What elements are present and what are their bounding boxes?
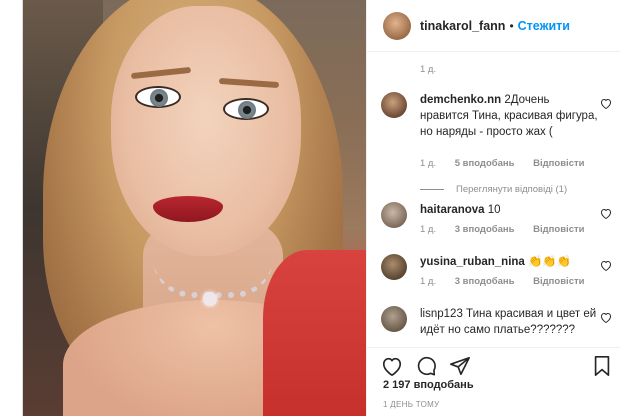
comment-username[interactable]: demchenko.nn	[420, 94, 501, 106]
comment-time: 1 д.	[420, 158, 437, 169]
comment-meta: 1 д. 3 вподобань Відповісти	[420, 276, 600, 287]
comment-username[interactable]: haitaranova	[420, 204, 485, 216]
comment-username[interactable]: yusina_ruban_nina	[420, 256, 525, 268]
avatar[interactable]	[381, 306, 407, 332]
avatar[interactable]	[383, 11, 411, 40]
photo-dress	[263, 250, 366, 416]
heart-icon[interactable]	[381, 355, 403, 377]
comments-list[interactable]: 1 д. demchenko.nn 2Дочень нравится Тина,…	[367, 52, 620, 347]
post-sidebar: tinakarol_fann • Стежити 1 д. demchenko.…	[366, 0, 620, 416]
comment-icon[interactable]	[415, 355, 437, 377]
comment-likes[interactable]: 3 вподобань	[455, 224, 515, 235]
heart-icon[interactable]	[600, 98, 612, 109]
post-container: tinakarol_fann • Стежити 1 д. demchenko.…	[22, 0, 620, 416]
comment-time: 1 д.	[420, 276, 437, 287]
post-photo[interactable]	[23, 0, 366, 416]
photo-eye-left	[135, 86, 181, 108]
comment-likes[interactable]: 3 вподобань	[455, 276, 515, 287]
heart-icon[interactable]	[600, 260, 612, 271]
reply-button[interactable]: Відповісти	[533, 158, 584, 169]
heart-icon[interactable]	[600, 208, 612, 219]
comment-meta: 1 д. 5 вподобань Відповісти	[420, 158, 600, 169]
comment-body: demchenko.nn 2Дочень нравится Тина, крас…	[420, 92, 600, 140]
photo-eye-right	[223, 98, 269, 120]
comment-meta: 1 д. 3 вподобань Відповісти	[420, 224, 600, 235]
bookmark-icon[interactable]	[591, 355, 613, 377]
avatar[interactable]	[381, 254, 407, 280]
header-separator: •	[509, 18, 514, 33]
comment-text: 👏👏👏	[528, 256, 571, 268]
post-header: tinakarol_fann • Стежити	[367, 0, 620, 52]
avatar[interactable]	[381, 92, 407, 118]
avatar[interactable]	[381, 202, 407, 228]
follow-button[interactable]: Стежити	[518, 19, 570, 33]
header-username[interactable]: tinakarol_fann	[420, 19, 505, 33]
action-bar	[367, 347, 620, 377]
divider	[420, 189, 444, 190]
comment-username[interactable]: lisnp123	[420, 308, 463, 320]
caption-time: 1 д.	[420, 64, 437, 75]
comment-text: 10	[487, 204, 501, 216]
reply-button[interactable]: Відповісти	[533, 224, 584, 235]
comment-body: lisnp123 Тина красивая и цвет ей идёт но…	[420, 306, 600, 338]
share-icon[interactable]	[449, 355, 471, 377]
comment-likes[interactable]: 5 вподобань	[455, 158, 515, 169]
view-replies-label[interactable]: Переглянути відповіді (1)	[456, 184, 567, 195]
reply-button[interactable]: Відповісти	[533, 276, 584, 287]
view-replies-button[interactable]: Переглянути відповіді (1)	[420, 184, 567, 195]
comment-time: 1 д.	[420, 224, 437, 235]
post-time: 1 ДЕНЬ ТОМУ	[383, 400, 440, 409]
comment-body: yusina_ruban_nina 👏👏👏	[420, 254, 600, 270]
heart-icon[interactable]	[600, 312, 612, 323]
comment-body: haitaranova 10	[420, 202, 600, 218]
likes-count[interactable]: 2 197 вподобань	[383, 379, 474, 391]
photo-pendant	[203, 292, 217, 306]
